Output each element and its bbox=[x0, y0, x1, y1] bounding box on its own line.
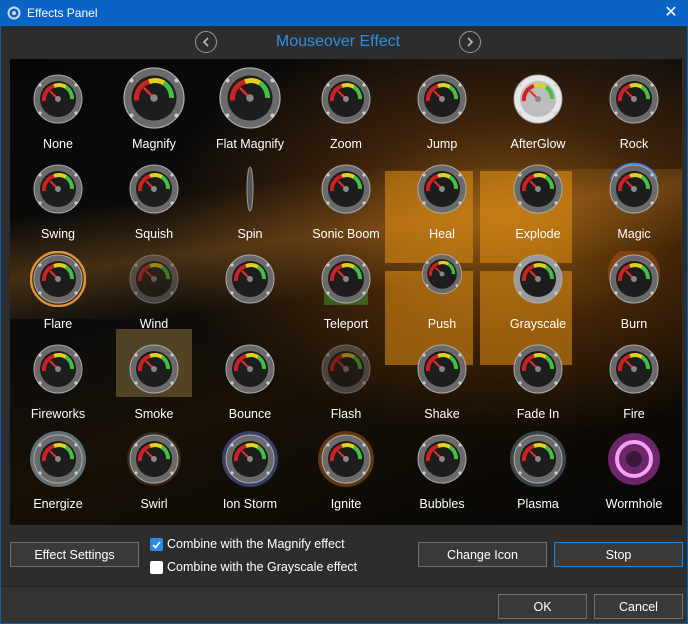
gauge-icon bbox=[10, 59, 106, 129]
effect-label: Plasma bbox=[517, 497, 559, 511]
gauge-icon bbox=[394, 239, 490, 309]
effect-tile-sonic-boom[interactable]: Sonic Boom bbox=[298, 149, 394, 241]
title-bar: Effects Panel ✕ bbox=[1, 1, 687, 26]
gauge-icon bbox=[202, 239, 298, 309]
effect-tile-flash[interactable]: Flash bbox=[298, 329, 394, 421]
effect-tile-rock[interactable]: Rock bbox=[586, 59, 682, 151]
gauge-icon bbox=[394, 329, 490, 399]
app-icon bbox=[7, 6, 21, 20]
effect-tile-none[interactable]: None bbox=[10, 59, 106, 151]
effect-label: Swirl bbox=[140, 497, 168, 511]
effect-tile-burn[interactable]: Burn bbox=[586, 239, 682, 331]
gauge-icon bbox=[10, 149, 106, 219]
effect-tile-bounce[interactable]: Bounce bbox=[202, 329, 298, 421]
effect-tile-wind[interactable]: Wind bbox=[106, 239, 202, 331]
effect-tile-zoom[interactable]: Zoom bbox=[298, 59, 394, 151]
gauge-icon bbox=[490, 329, 586, 399]
effect-tile-plasma[interactable]: Plasma bbox=[490, 419, 586, 511]
gauge-icon bbox=[106, 239, 202, 309]
combine-grayscale-label: Combine with the Grayscale effect bbox=[167, 560, 358, 574]
gauge-icon bbox=[586, 239, 682, 309]
effect-tile-teleport[interactable]: Teleport bbox=[298, 239, 394, 331]
ok-button[interactable]: OK bbox=[498, 594, 587, 619]
combine-magnify-checkbox[interactable] bbox=[150, 538, 163, 551]
gauge-icon bbox=[202, 59, 298, 129]
effect-label: Energize bbox=[33, 497, 83, 511]
effect-label: Ignite bbox=[330, 497, 362, 511]
effect-tile-ignite[interactable]: Ignite bbox=[298, 419, 394, 511]
effect-tile-afterglow[interactable]: AfterGlow bbox=[490, 59, 586, 151]
effect-tile-magnify[interactable]: Magnify bbox=[106, 59, 202, 151]
gauge-icon bbox=[394, 149, 490, 219]
gauge-icon bbox=[298, 59, 394, 129]
gauge-icon bbox=[298, 149, 394, 219]
effect-tile-grayscale[interactable]: Grayscale bbox=[490, 239, 586, 331]
gauge-icon bbox=[10, 239, 106, 309]
effect-label: Wormhole bbox=[605, 497, 663, 511]
change-icon-button[interactable]: Change Icon bbox=[418, 542, 547, 567]
effect-type-title: Mouseover Effect bbox=[275, 33, 401, 50]
gauge-icon bbox=[106, 419, 202, 489]
gauge-icon bbox=[298, 239, 394, 309]
checkmark-icon bbox=[152, 541, 161, 549]
effect-tile-fireworks[interactable]: Fireworks bbox=[10, 329, 106, 421]
gauge-icon bbox=[202, 149, 298, 219]
effect-tile-flare[interactable]: Flare bbox=[10, 239, 106, 331]
stop-button[interactable]: Stop bbox=[554, 542, 683, 567]
combine-magnify-label: Combine with the Magnify effect bbox=[167, 537, 345, 551]
gauge-icon bbox=[106, 329, 202, 399]
cancel-button[interactable]: Cancel bbox=[594, 594, 683, 619]
effect-settings-button[interactable]: Effect Settings bbox=[10, 542, 139, 567]
gauge-icon bbox=[586, 329, 682, 399]
chevron-right-icon[interactable] bbox=[459, 31, 481, 53]
effect-header: Mouseover Effect bbox=[1, 28, 687, 58]
effects-panel-window: Effects Panel ✕ Mouseover Effect None Mag… bbox=[0, 0, 688, 624]
gauge-icon bbox=[490, 149, 586, 219]
gauge-icon bbox=[490, 239, 586, 309]
effect-tile-magic[interactable]: Magic bbox=[586, 149, 682, 241]
gauge-icon bbox=[298, 329, 394, 399]
gauge-icon bbox=[10, 329, 106, 399]
effect-tile-flat-magnify[interactable]: Flat Magnify bbox=[202, 59, 298, 151]
effect-tile-explode[interactable]: Explode bbox=[490, 149, 586, 241]
gauge-icon bbox=[490, 59, 586, 129]
effect-tile-heal[interactable]: Heal bbox=[394, 149, 490, 241]
effect-tile-push[interactable]: Push bbox=[394, 239, 490, 331]
effect-tile-unnamed[interactable] bbox=[202, 239, 298, 329]
effect-tile-swing[interactable]: Swing bbox=[10, 149, 106, 241]
effect-label: Ion Storm bbox=[222, 497, 278, 511]
gauge-icon bbox=[202, 329, 298, 399]
gauge-icon bbox=[10, 419, 106, 489]
gauge-icon bbox=[106, 59, 202, 129]
gauge-icon bbox=[586, 419, 682, 489]
window-title: Effects Panel bbox=[27, 6, 98, 20]
gauge-icon bbox=[106, 149, 202, 219]
combine-grayscale-checkbox[interactable] bbox=[150, 561, 163, 574]
effect-label: Bubbles bbox=[419, 497, 465, 511]
effect-tile-smoke[interactable]: Smoke bbox=[116, 329, 192, 421]
effect-tile-spin[interactable]: Spin bbox=[202, 149, 298, 241]
effect-tile-fire[interactable]: Fire bbox=[586, 329, 682, 421]
effect-tile-swirl[interactable]: Swirl bbox=[106, 419, 202, 511]
effect-tile-wormhole[interactable]: Wormhole bbox=[586, 419, 682, 511]
effect-tile-shake[interactable]: Shake bbox=[394, 329, 490, 421]
chevron-left-icon[interactable] bbox=[195, 31, 217, 53]
gauge-icon bbox=[298, 419, 394, 489]
gauge-icon bbox=[394, 419, 490, 489]
gauge-icon bbox=[586, 59, 682, 129]
gauge-icon bbox=[394, 59, 490, 129]
gauge-icon bbox=[490, 419, 586, 489]
effect-tile-bubbles[interactable]: Bubbles bbox=[394, 419, 490, 511]
gauge-icon bbox=[202, 419, 298, 489]
close-icon[interactable]: ✕ bbox=[659, 3, 683, 23]
effects-grid: None Magnify Flat Magnify Zoom Jump AfterGlow… bbox=[10, 59, 682, 525]
effect-tile-jump[interactable]: Jump bbox=[394, 59, 490, 151]
effect-tile-energize[interactable]: Energize bbox=[10, 419, 106, 511]
effect-tile-ion-storm[interactable]: Ion Storm bbox=[202, 419, 298, 511]
effect-tile-squish[interactable]: Squish bbox=[106, 149, 202, 241]
gauge-icon bbox=[586, 149, 682, 219]
effect-tile-fade-in[interactable]: Fade In bbox=[490, 329, 586, 421]
